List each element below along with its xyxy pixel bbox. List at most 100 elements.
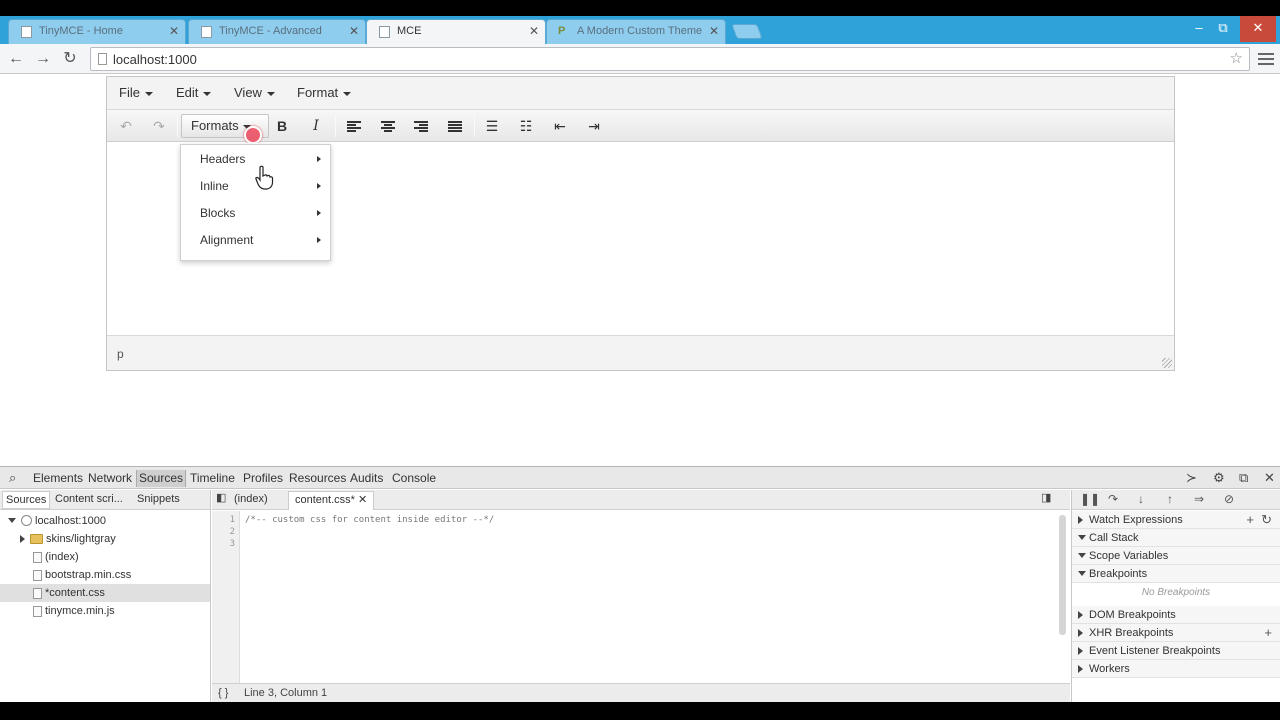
pause-on-exceptions-icon[interactable]: ⊘ [1224,492,1234,506]
pane-call-stack[interactable]: Call Stack [1072,529,1280,547]
expand-triangle-icon[interactable] [8,518,16,523]
expand-triangle-icon[interactable] [1078,647,1083,655]
bold-button[interactable]: B [269,115,295,137]
expand-triangle-icon[interactable] [1078,535,1086,540]
pretty-print-icon[interactable]: { } [218,687,228,699]
pane-scope-variables[interactable]: Scope Variables [1072,547,1280,565]
add-icon[interactable]: + [1264,624,1272,642]
devtools-tab-console[interactable]: Console [390,470,438,487]
devtools-tab-elements[interactable]: Elements [31,470,85,487]
expand-triangle-icon[interactable] [1078,665,1083,673]
expand-triangle-icon[interactable] [1078,629,1083,637]
menu-format[interactable]: Format [297,85,352,100]
devtools-tab-timeline[interactable]: Timeline [188,470,237,487]
devtools-tab-resources[interactable]: Resources [287,470,348,487]
gear-icon[interactable]: ⚙ [1213,470,1225,486]
pause-icon[interactable]: ❚❚ [1080,492,1100,506]
devtools-tab-profiles[interactable]: Profiles [241,470,285,487]
outdent-icon[interactable]: ⇤ [547,115,573,137]
address-bar[interactable]: ☆ [90,47,1250,71]
back-icon[interactable]: ← [5,48,27,70]
tab-tinymce-home[interactable]: TinyMCE - Home ✕ [8,19,186,44]
pane-watch-expressions[interactable]: Watch Expressions + ↻ [1072,511,1280,529]
tree-item-localhost[interactable]: localhost:1000 [0,512,210,530]
numbered-list-icon[interactable]: ☷ [513,115,539,137]
tab-mce[interactable]: MCE ✕ [366,19,546,44]
formats-menu-item-blocks[interactable]: Blocks [181,200,330,227]
add-icon[interactable]: + [1246,511,1254,529]
formats-menu-item-alignment[interactable]: Alignment [181,227,330,254]
tree-item-bootstrap[interactable]: bootstrap.min.css [0,566,210,584]
bullet-list-icon[interactable]: ☰ [479,115,505,137]
editor-tab-content-css[interactable]: content.css* ✕ [288,491,375,510]
devtools-tab-audits[interactable]: Audits [348,470,385,487]
align-center-icon[interactable] [375,115,401,137]
forward-icon[interactable]: → [32,48,54,70]
tree-item-tinymce-js[interactable]: tinymce.min.js [0,602,210,620]
navigator-tab-content-scripts[interactable]: Content scri... [55,493,123,505]
tree-item-content-css[interactable]: *content.css [0,584,210,602]
refresh-icon[interactable]: ↻ [1261,511,1272,529]
tree-item-index[interactable]: (index) [0,548,210,566]
tree-item-skins-lightgray[interactable]: skins/lightgray [0,530,210,548]
url-input[interactable] [113,50,1213,68]
menu-file[interactable]: File [119,85,153,100]
dock-icon[interactable]: ⧉ [1239,470,1248,486]
search-icon[interactable]: ⌕ [9,470,16,486]
pane-xhr-breakpoints[interactable]: XHR Breakpoints + [1072,624,1280,642]
step-out-icon[interactable]: ↑ [1167,492,1173,506]
menu-edit[interactable]: Edit [176,85,212,100]
align-right-icon[interactable] [408,115,434,137]
tab-close-icon[interactable]: ✕ [349,20,359,43]
maximize-icon[interactable]: ⧉ [1210,16,1236,42]
expand-triangle-icon[interactable] [1078,553,1086,558]
menu-item-label: Inline [200,179,229,193]
pane-event-listener-breakpoints[interactable]: Event Listener Breakpoints [1072,642,1280,660]
step-over-icon[interactable]: ↷ [1108,492,1118,506]
undo-icon[interactable]: ↶ [113,115,139,137]
navigator-tab-sources[interactable]: Sources [2,491,51,509]
expand-triangle-icon[interactable] [1078,571,1086,576]
toggle-debugger-icon[interactable]: ◨ [1041,491,1051,504]
pane-dom-breakpoints[interactable]: DOM Breakpoints [1072,606,1280,624]
close-icon[interactable]: ✕ [1264,470,1275,486]
drawer-toggle-icon[interactable]: ≻ [1186,470,1197,486]
toolbar-divider [335,115,336,137]
editor-tab-index[interactable]: (index) [228,491,274,510]
tab-tinymce-advanced[interactable]: TinyMCE - Advanced ✕ [188,19,366,44]
indent-icon[interactable]: ⇥ [581,115,607,137]
devtools-tab-network[interactable]: Network [86,470,134,487]
close-window-icon[interactable]: ✕ [1240,16,1276,42]
menu-item-label: Alignment [200,233,254,247]
resize-handle-icon[interactable] [1162,358,1172,368]
file-icon [33,588,42,599]
align-justify-icon[interactable] [442,115,468,137]
pane-breakpoints[interactable]: Breakpoints [1072,565,1280,583]
navigator-tab-snippets[interactable]: Snippets [137,493,180,505]
align-left-icon[interactable] [341,115,367,137]
tab-close-icon[interactable]: ✕ [709,20,719,43]
close-tab-icon[interactable]: ✕ [358,494,367,506]
collapse-triangle-icon[interactable] [20,535,25,543]
deactivate-breakpoints-icon[interactable]: ⇒ [1194,492,1204,506]
pane-workers[interactable]: Workers [1072,660,1280,678]
chrome-menu-icon[interactable] [1258,50,1274,68]
vertical-scrollbar[interactable] [1059,515,1066,635]
italic-button[interactable]: I [303,115,329,137]
tab-close-icon[interactable]: ✕ [529,20,539,43]
bookmark-star-icon[interactable]: ☆ [1230,49,1243,67]
toggle-navigator-icon[interactable]: ◧ [216,491,226,504]
code-line[interactable]: /*-- custom css for content inside edito… [245,515,494,525]
devtools-tab-sources[interactable]: Sources [136,470,187,487]
minimize-icon[interactable]: – [1186,16,1212,42]
new-tab-button[interactable] [731,24,763,39]
step-into-icon[interactable]: ↓ [1138,492,1144,506]
tab-modern-custom-theme[interactable]: P A Modern Custom Theme ✕ [546,19,726,44]
expand-triangle-icon[interactable] [1078,516,1083,524]
menu-view[interactable]: View [234,85,275,100]
tab-close-icon[interactable]: ✕ [169,20,179,43]
redo-icon[interactable]: ↷ [146,115,172,137]
element-path[interactable]: p [117,347,124,361]
expand-triangle-icon[interactable] [1078,611,1083,619]
reload-icon[interactable]: ↻ [59,48,81,70]
